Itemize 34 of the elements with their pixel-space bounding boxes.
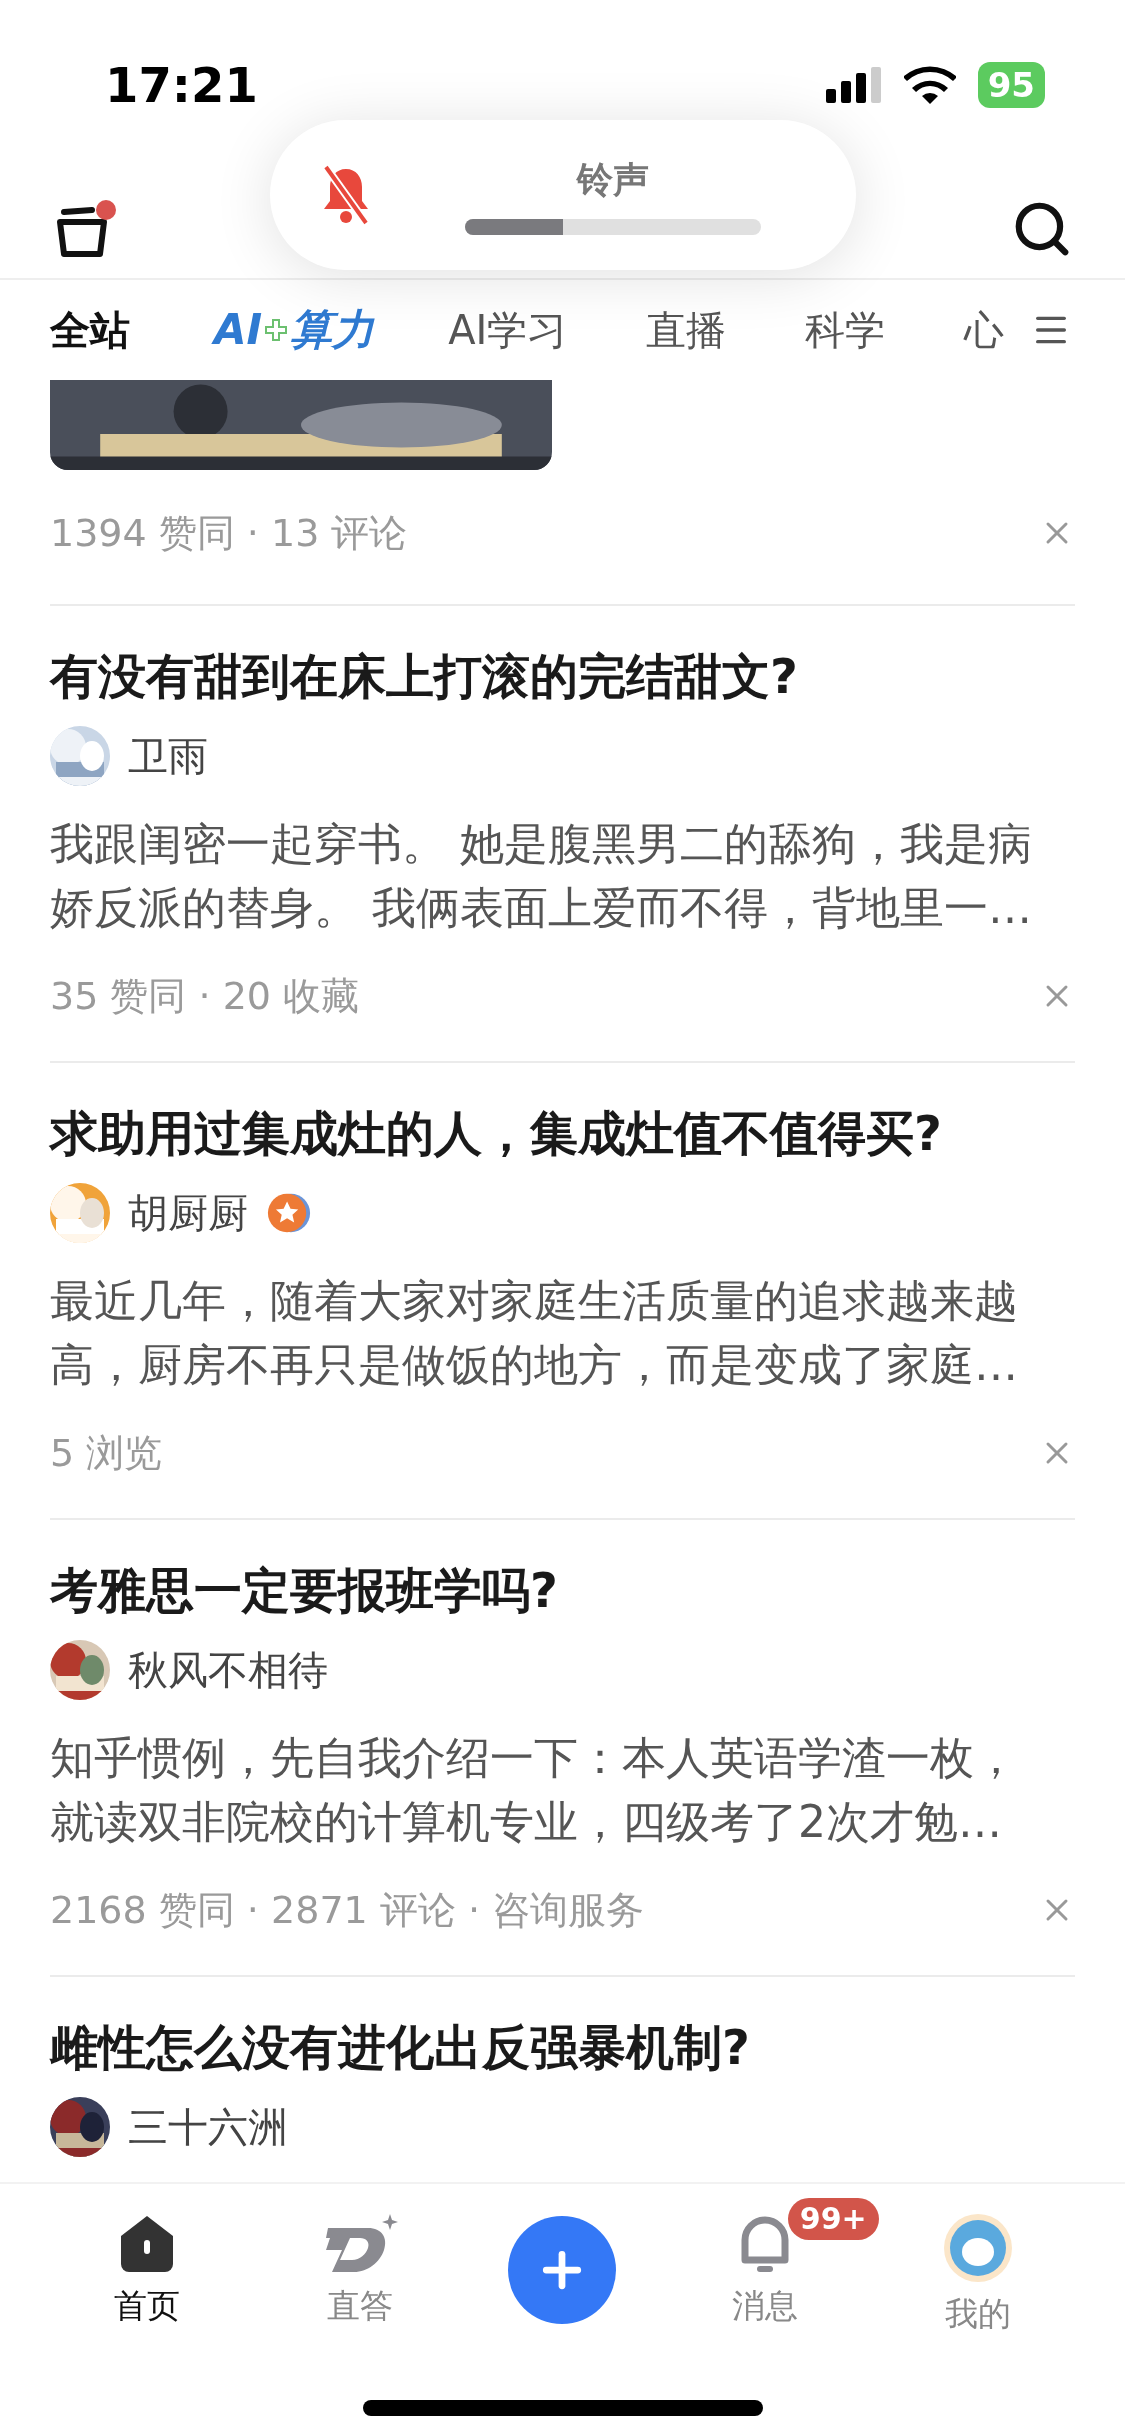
signal-icon: [825, 67, 882, 103]
nav-tab[interactable]: 直答: [295, 2212, 426, 2329]
wifi-icon: [903, 66, 956, 104]
question-title[interactable]: 求助用过集成灶的人，集成灶值不值得买?: [50, 1103, 1075, 1163]
avatar-icon: [942, 2212, 1015, 2284]
volume-label: 铃声: [577, 157, 649, 202]
unread-badge: 99+: [787, 2198, 879, 2240]
nav-tab[interactable]: 首页: [81, 2212, 212, 2329]
author-name[interactable]: 秋风不相待: [128, 1642, 328, 1698]
volume-slider[interactable]: [465, 218, 761, 235]
question-title[interactable]: 雌性怎么没有进化出反强暴机制?: [50, 2017, 1075, 2077]
status-time: 17:21: [105, 57, 258, 113]
author-name[interactable]: 胡厨厨: [128, 1185, 248, 1241]
nav-tab[interactable]: 我的: [913, 2212, 1044, 2337]
category-tab[interactable]: 直播: [634, 300, 739, 360]
category-tab[interactable]: AI 算力: [202, 300, 387, 360]
nav-tab[interactable]: 消息 99+: [699, 2198, 900, 2329]
author-name[interactable]: 卫雨: [128, 728, 208, 784]
answer-excerpt[interactable]: 知乎惯例，先自我介绍一下：本人英语学渣一枚，就读双非院校的计算机专业，四级考了2次才勉…: [50, 1726, 1050, 1854]
answer-excerpt[interactable]: 最近几年，随着大家对家庭生活质量的追求越来越高，厨房不再只是做饭的地方，而是变成了家庭…: [50, 1269, 1050, 1397]
question-title[interactable]: 有没有甜到在床上打滚的完结甜文?: [50, 646, 1075, 706]
answer-stats: 35 赞同 · 20 收藏: [50, 972, 360, 1020]
answer-stats: 1394 赞同 · 13 评论: [50, 509, 408, 557]
category-tab[interactable]: AI学习: [436, 300, 580, 360]
answer-excerpt[interactable]: 我跟闺密一起穿书。 她是腹黑男二的舔狗，我是病娇反派的替身。 我俩表面上爱而不得，背地里一…: [50, 812, 1050, 940]
category-tab[interactable]: 心: [952, 300, 1017, 360]
question-title[interactable]: 考雅思一定要报班学吗?: [50, 1560, 1075, 1620]
category-tab[interactable]: 科学: [793, 300, 898, 360]
answer-stats: 2168 赞同 · 2871 评论 · 咨询服务: [50, 1886, 645, 1934]
plus-icon: [264, 318, 289, 342]
category-tab[interactable]: 全站: [38, 300, 142, 360]
battery-level: 95: [977, 62, 1045, 108]
answer-stats: 5 浏览: [50, 1429, 163, 1477]
author-name[interactable]: 三十六洲: [128, 2099, 288, 2155]
